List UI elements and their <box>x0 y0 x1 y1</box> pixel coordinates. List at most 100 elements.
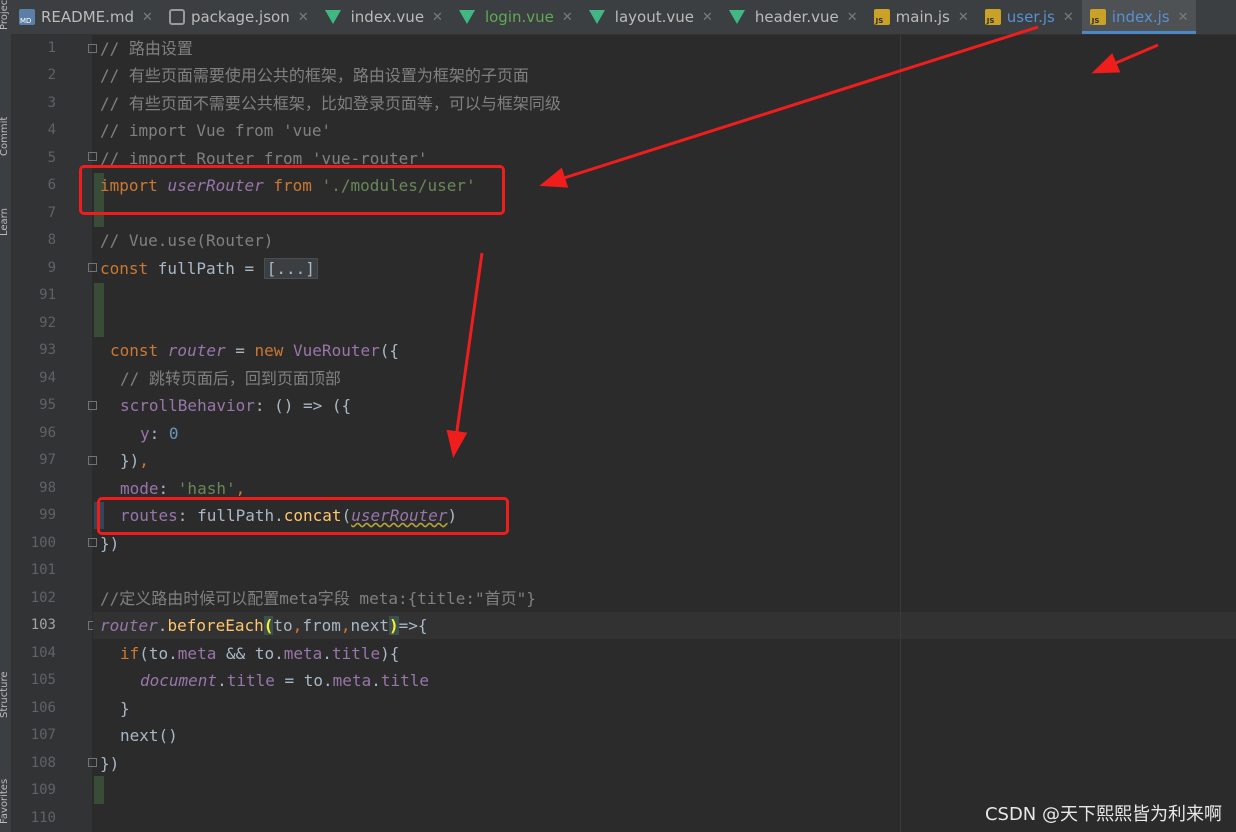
line-number: 98 <box>39 480 56 496</box>
folded-code-placeholder[interactable]: [...] <box>263 258 318 279</box>
js-file-icon <box>984 9 1001 25</box>
punctuation: . <box>371 671 381 690</box>
code-line-1[interactable]: // 路由设置 <box>100 35 193 62</box>
line-number: 2 <box>47 67 56 83</box>
line-number: 104 <box>30 645 56 661</box>
matched-bracket: ) <box>389 616 399 635</box>
code-line-107[interactable]: next() <box>120 722 178 749</box>
tab-index-js[interactable]: index.js ✕ <box>1081 0 1197 34</box>
structure-panel-tab[interactable]: Structure <box>0 636 11 718</box>
tab-label: login.vue <box>484 8 554 26</box>
close-icon[interactable]: ✕ <box>702 10 713 25</box>
line-number-gutter[interactable]: 1 2 3 4 5 6 7 8 9 91 92 93 94 95 96 97 9… <box>12 35 104 832</box>
favorites-panel-tab[interactable]: Favorites <box>0 744 11 824</box>
identifier: router <box>100 616 158 635</box>
tool-window-strip: Project Commit Learn Structure Favorites <box>0 0 12 832</box>
tab-readme-md[interactable]: README.md ✕ <box>11 0 161 34</box>
tab-index-vue[interactable]: index.vue ✕ <box>317 0 451 34</box>
code-line-104[interactable]: if(to.meta && to.meta.title){ <box>120 640 399 667</box>
watermark: CSDN @天下熙熙皆为利来啊 <box>984 804 1222 825</box>
operator: = <box>225 341 255 360</box>
tab-login-vue[interactable]: login.vue ✕ <box>451 0 581 34</box>
close-icon[interactable]: ✕ <box>1178 10 1189 25</box>
tab-layout-vue[interactable]: layout.vue ✕ <box>581 0 721 34</box>
learn-panel-tab[interactable]: Learn <box>0 196 11 236</box>
right-margin-guide <box>900 35 901 832</box>
code-line-9[interactable]: const fullPath = [...] <box>100 255 318 282</box>
code-line-2[interactable]: // 有些页面需要使用公共的框架，路由设置为框架的子页面 <box>100 62 529 89</box>
property: meta <box>332 671 372 690</box>
keyword: const <box>110 341 168 360</box>
punctuation: . <box>157 616 168 635</box>
line-number: 105 <box>30 672 56 688</box>
property: meta <box>177 644 217 663</box>
expression: && to. <box>216 644 284 663</box>
method-name: beforeEach <box>167 616 264 635</box>
line-number: 107 <box>30 727 56 743</box>
close-icon[interactable]: ✕ <box>958 10 969 25</box>
tab-label: layout.vue <box>614 8 694 26</box>
property: title <box>226 671 275 690</box>
tab-label: package.json <box>190 8 290 26</box>
line-number: 91 <box>39 287 56 303</box>
line-number: 5 <box>47 150 56 166</box>
punctuation: . <box>217 671 227 690</box>
code-line-102[interactable]: //定义路由时候可以配置meta字段 meta:{title:"首页"} <box>100 585 536 612</box>
punctuation: =>{ <box>398 616 428 635</box>
property: mode <box>120 479 159 498</box>
parameter: to <box>273 616 293 635</box>
code-line-95[interactable]: scrollBehavior: () => ({ <box>120 392 351 419</box>
tab-package-json[interactable]: package.json ✕ <box>161 0 317 34</box>
line-number: 93 <box>39 342 56 358</box>
line-number: 96 <box>39 425 56 441</box>
punctuation: , <box>292 616 303 635</box>
tab-main-js[interactable]: main.js ✕ <box>866 0 977 34</box>
code-line-8[interactable]: // Vue.use(Router) <box>100 227 273 254</box>
close-icon[interactable]: ✕ <box>1063 10 1074 25</box>
number-literal: 0 <box>168 424 179 443</box>
line-number: 109 <box>30 782 56 798</box>
close-icon[interactable]: ✕ <box>562 10 573 25</box>
commit-panel-tab[interactable]: Commit <box>0 96 11 156</box>
close-icon[interactable]: ✕ <box>847 10 858 25</box>
identifier: router <box>167 341 226 360</box>
vue-file-icon <box>728 10 745 24</box>
identifier: fullPath <box>157 259 235 278</box>
line-number: 7 <box>47 205 56 221</box>
tab-label: user.js <box>1006 8 1055 26</box>
js-file-icon <box>1089 9 1106 25</box>
code-line-94[interactable]: // 跳转页面后，回到页面顶部 <box>120 365 341 392</box>
property: scrollBehavior <box>120 396 255 415</box>
project-panel-tab[interactable]: Project <box>0 0 11 30</box>
code-line-96[interactable]: y: 0 <box>140 420 179 447</box>
code-line-105[interactable]: document.title = to.meta.title <box>140 667 429 694</box>
tab-user-js[interactable]: user.js ✕ <box>977 0 1082 34</box>
punctuation: : () => ({ <box>254 396 352 415</box>
line-number: 110 <box>30 810 56 826</box>
annotation-highlight-box <box>79 165 505 215</box>
code-line-93[interactable]: const router = new VueRouter({ <box>110 337 399 364</box>
vue-file-icon <box>324 10 341 24</box>
code-line-108[interactable]: }) <box>100 750 119 777</box>
tab-label: index.vue <box>350 8 425 26</box>
tab-header-vue[interactable]: header.vue ✕ <box>721 0 866 34</box>
property: title <box>331 644 381 663</box>
code-editor[interactable]: // 路由设置 // 有些页面需要使用公共的框架，路由设置为框架的子页面 // … <box>79 35 1236 832</box>
close-icon[interactable]: ✕ <box>432 10 443 25</box>
line-number: 100 <box>30 535 56 551</box>
tab-label: README.md <box>41 8 135 26</box>
expression: = to. <box>274 671 333 690</box>
code-line-106[interactable]: } <box>120 695 130 722</box>
code-line-103[interactable]: router.beforeEach(to,from,next)=>{ <box>100 612 428 639</box>
line-number: 97 <box>39 452 56 468</box>
code-line-97[interactable]: }), <box>120 447 149 474</box>
tab-label: header.vue <box>754 8 839 26</box>
vue-file-icon <box>588 10 605 24</box>
close-icon[interactable]: ✕ <box>298 10 309 25</box>
code-line-4[interactable]: // import Vue from 'vue' <box>100 117 331 144</box>
code-line-3[interactable]: // 有些页面不需要公共框架，比如登录页面等，可以与框架同级 <box>100 90 561 117</box>
parameter: from <box>302 616 341 635</box>
line-number: 108 <box>30 755 56 771</box>
close-icon[interactable]: ✕ <box>142 10 153 25</box>
operator: = <box>234 259 264 278</box>
